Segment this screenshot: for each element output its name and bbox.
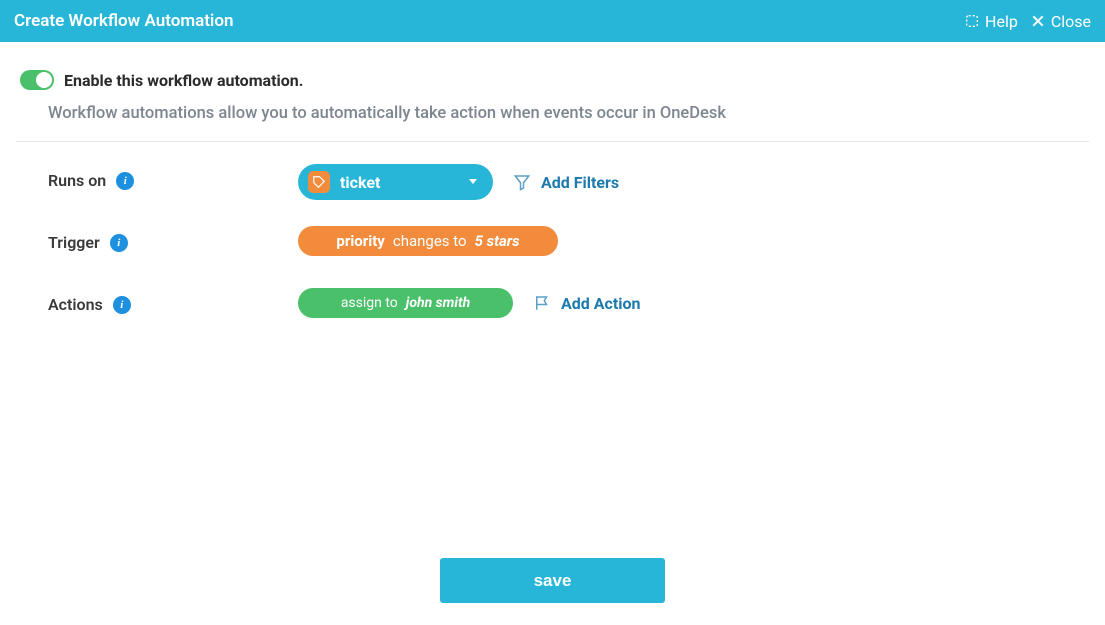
trigger-verb: changes to [393, 232, 467, 250]
info-icon[interactable]: i [116, 172, 134, 190]
close-button[interactable]: Close [1030, 12, 1091, 31]
actions-row: Actions i assign to john smith Add Actio… [16, 288, 1089, 328]
trigger-label-group: Trigger i [48, 226, 298, 252]
dialog-title: Create Workflow Automation [14, 11, 233, 31]
add-action-button[interactable]: Add Action [533, 294, 640, 313]
action-value: john smith [406, 295, 470, 311]
footer: save [0, 558, 1105, 603]
ticket-icon [308, 171, 330, 193]
add-filters-button[interactable]: Add Filters [513, 173, 619, 192]
close-label: Close [1051, 12, 1091, 31]
runs-on-row: Runs on i ticket Add Filters [16, 164, 1089, 204]
help-icon [964, 13, 980, 29]
flag-icon [533, 294, 551, 312]
runs-on-controls: ticket Add Filters [298, 164, 619, 200]
description-text: Workflow automations allow you to automa… [16, 104, 1089, 141]
runs-on-label: Runs on [48, 171, 106, 190]
trigger-value: 5 stars [475, 232, 520, 250]
save-button[interactable]: save [440, 558, 665, 603]
info-icon[interactable]: i [113, 296, 131, 314]
trigger-label: Trigger [48, 233, 100, 252]
filter-icon [513, 173, 531, 191]
action-pill[interactable]: assign to john smith [298, 288, 513, 318]
enable-row: Enable this workflow automation. [16, 70, 1089, 90]
trigger-controls: priority changes to 5 stars [298, 226, 558, 256]
runs-on-label-group: Runs on i [48, 164, 298, 190]
enable-label: Enable this workflow automation. [64, 71, 303, 90]
enable-toggle[interactable] [20, 70, 54, 90]
trigger-row: Trigger i priority changes to 5 stars [16, 226, 1089, 266]
close-icon [1030, 13, 1046, 29]
trigger-field: priority [336, 232, 384, 250]
actions-controls: assign to john smith Add Action [298, 288, 640, 318]
help-label: Help [985, 12, 1018, 31]
actions-label: Actions [48, 295, 103, 314]
add-filters-label: Add Filters [541, 173, 619, 192]
add-action-label: Add Action [561, 294, 640, 313]
runs-on-dropdown[interactable]: ticket [298, 164, 493, 200]
dialog-content: Enable this workflow automation. Workflo… [0, 42, 1105, 328]
dialog-header: Create Workflow Automation Help Close [0, 0, 1105, 42]
chevron-down-icon [467, 173, 479, 191]
actions-label-group: Actions i [48, 288, 298, 314]
help-button[interactable]: Help [964, 12, 1018, 31]
runs-on-value: ticket [340, 173, 380, 192]
action-verb: assign to [341, 295, 398, 311]
divider [16, 141, 1089, 142]
header-actions: Help Close [964, 12, 1091, 31]
info-icon[interactable]: i [110, 234, 128, 252]
trigger-pill[interactable]: priority changes to 5 stars [298, 226, 558, 256]
